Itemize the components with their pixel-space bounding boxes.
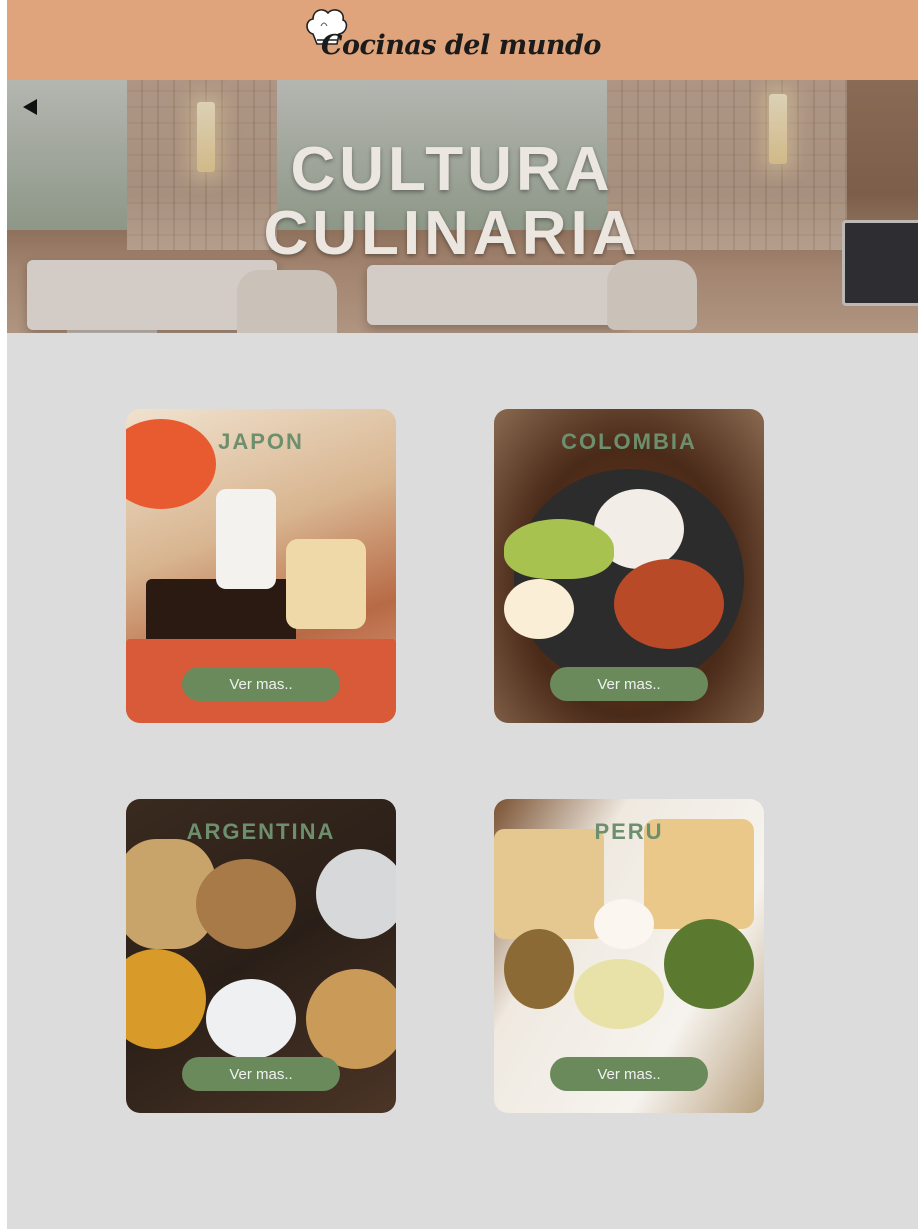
country-card-argentina[interactable]: ARGENTINA Ver mas.. [126, 799, 396, 1113]
page: Cocinas del mundo CULTURA CULINARIA JAPO… [7, 0, 918, 1229]
food-image [574, 959, 664, 1029]
ver-mas-button[interactable]: Ver mas.. [182, 667, 340, 701]
food-image [196, 859, 296, 949]
card-title: COLOMBIA [561, 429, 697, 454]
site-header: Cocinas del mundo [7, 0, 918, 80]
hero-title: CULTURA CULINARIA [157, 138, 747, 266]
food-image [494, 829, 604, 939]
food-image [664, 919, 754, 1009]
hero-title-line1: CULTURA [290, 135, 614, 204]
card-title: PERU [594, 819, 664, 844]
site-logo[interactable]: Cocinas del mundo [303, 4, 601, 70]
country-card-peru[interactable]: PERU Ver mas.. [494, 799, 764, 1113]
card-title: JAPON [218, 429, 304, 454]
food-image [206, 979, 296, 1059]
food-image [614, 559, 724, 649]
hero-banner: CULTURA CULINARIA [7, 80, 918, 333]
card-title: ARGENTINA [186, 819, 336, 844]
food-image [504, 579, 574, 639]
ver-mas-button[interactable]: Ver mas.. [550, 667, 708, 701]
food-image [306, 969, 396, 1069]
food-image [126, 949, 206, 1049]
country-card-japon[interactable]: JAPON Ver mas.. [126, 409, 396, 723]
brand-name: Cocinas del mundo [321, 30, 601, 61]
prev-slide-arrow-icon[interactable] [23, 99, 37, 115]
country-card-colombia[interactable]: COLOMBIA Ver mas.. [494, 409, 764, 723]
food-image [286, 539, 366, 629]
food-image [216, 489, 276, 589]
ver-mas-button[interactable]: Ver mas.. [182, 1057, 340, 1091]
food-image [504, 929, 574, 1009]
food-image [594, 899, 654, 949]
food-image [504, 519, 614, 579]
food-image [316, 849, 396, 939]
hero-title-line2: CULINARIA [263, 199, 641, 268]
ver-mas-button[interactable]: Ver mas.. [550, 1057, 708, 1091]
